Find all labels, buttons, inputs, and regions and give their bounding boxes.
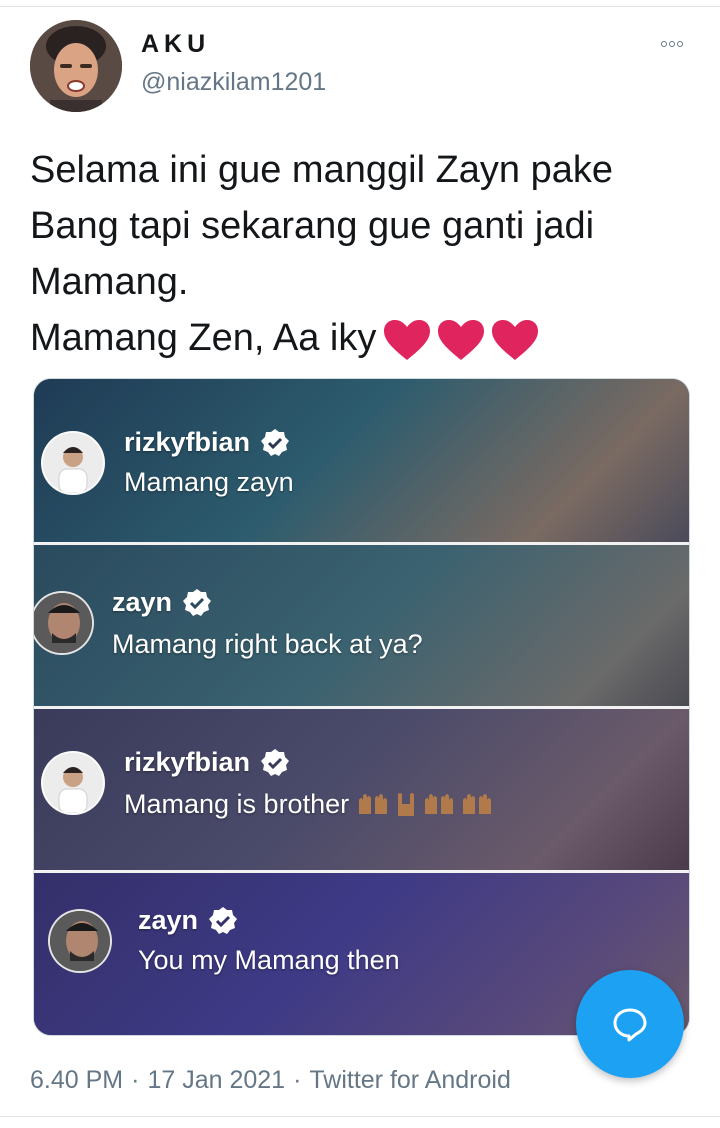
comment-panel: ​ rizkyfbian Mamang zayn: [34, 379, 689, 545]
author-display-name[interactable]: AKU: [141, 30, 210, 59]
heart-icon: [384, 319, 431, 360]
raised-hands-icon: [425, 793, 454, 814]
bottom-divider: [0, 1116, 720, 1117]
verified-badge-icon: [261, 428, 290, 456]
comment-text-content: Mamang is brother: [124, 789, 350, 819]
comment-text: Mamang is brother: [124, 789, 493, 820]
floating-reply-button[interactable]: [576, 970, 684, 1078]
heart-icon: [438, 319, 485, 360]
tweet-media-image[interactable]: ​ rizkyfbian Mamang zayn zayn Mamang rig…: [33, 378, 690, 1036]
username-text: zayn: [138, 905, 199, 935]
verified-badge-icon: [261, 748, 290, 776]
commenter-username: zayn: [112, 587, 212, 618]
tweet-date: 17 Jan 2021: [147, 1066, 286, 1094]
more-options-icon[interactable]: [652, 34, 692, 54]
separator-dot: ·: [131, 1066, 140, 1094]
username-text: zayn: [112, 587, 173, 617]
comment-text: You my Mamang then: [138, 945, 400, 975]
author-avatar[interactable]: [30, 20, 122, 112]
author-handle[interactable]: @niazkilam1201: [141, 68, 326, 97]
username-text: rizkyfbian: [124, 427, 251, 457]
speech-bubble-icon: [613, 1008, 647, 1042]
commenter-avatar: [41, 751, 105, 815]
rock-on-hand-icon: [398, 792, 415, 816]
tweet-body: Selama ini gue manggil Zayn pake Bang ta…: [30, 142, 700, 366]
commenter-avatar: [41, 431, 105, 495]
commenter-username: rizkyfbian: [124, 747, 290, 778]
comment-panel: zayn Mamang right back at ya?: [34, 545, 689, 709]
tweet-metadata: 6.40 PM · 17 Jan 2021 · Twitter for Android: [30, 1066, 511, 1095]
tweet-client-link[interactable]: Twitter for Android: [309, 1066, 510, 1094]
commenter-username: rizkyfbian: [124, 427, 290, 458]
verified-badge-icon: [209, 906, 238, 934]
tweet-time: 6.40 PM: [30, 1066, 124, 1094]
comment-panel: rizkyfbian Mamang is brother: [34, 709, 689, 873]
commenter-avatar: [34, 591, 94, 655]
commenter-username: zayn: [138, 905, 238, 936]
commenter-avatar: [48, 909, 112, 973]
raised-hands-icon: [359, 793, 388, 814]
separator-dot: ·: [293, 1066, 302, 1094]
hearts-emoji-group: [382, 318, 540, 362]
top-divider: [0, 6, 720, 7]
comment-text: Mamang zayn: [124, 467, 294, 497]
comment-text: Mamang right back at ya?: [112, 629, 423, 659]
heart-icon: [492, 319, 539, 360]
emoji-group: [357, 792, 493, 818]
raised-hands-icon: [463, 793, 492, 814]
username-text: rizkyfbian: [124, 747, 251, 777]
verified-badge-icon: [183, 588, 212, 616]
